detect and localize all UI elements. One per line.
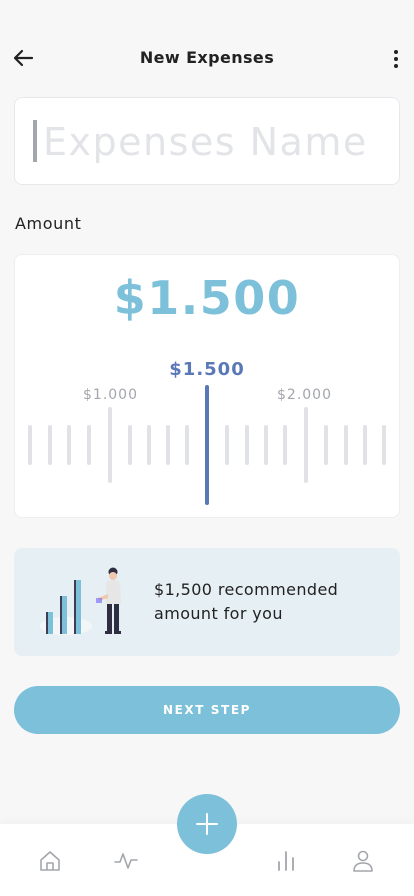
recommendation-text: $1,500 recommended amount for you xyxy=(154,580,339,623)
header: New Expenses xyxy=(0,34,414,80)
ruler-tick-major xyxy=(108,407,112,483)
expense-name-input[interactable] xyxy=(43,112,383,172)
new-expenses-screen: New Expenses Amount $1.500 $1.500 $1.000… xyxy=(0,0,414,896)
next-step-button[interactable]: NEXT STEP xyxy=(14,686,400,734)
add-expense-button[interactable] xyxy=(177,794,237,854)
activity-icon[interactable] xyxy=(113,848,139,874)
amount-value: $1.500 xyxy=(113,271,301,325)
ruler-tick xyxy=(185,425,189,465)
person-with-bar-chart-illustration xyxy=(40,567,121,635)
ruler-current-value: $1.500 xyxy=(169,359,245,380)
home-icon[interactable] xyxy=(37,848,63,874)
ruler-label-min: $1.000 xyxy=(83,387,138,403)
amount-label: Amount xyxy=(15,214,82,233)
user-icon[interactable] xyxy=(350,848,376,874)
ruler-tick xyxy=(283,425,287,465)
ruler-tick xyxy=(245,425,249,465)
ruler-tick xyxy=(324,425,328,465)
ruler-tick xyxy=(28,425,32,465)
ruler-tick xyxy=(147,425,151,465)
ruler-tick xyxy=(48,425,52,465)
ruler-tick xyxy=(87,425,91,465)
ruler-tick-major xyxy=(304,407,308,483)
ruler-indicator[interactable] xyxy=(205,385,209,505)
ruler-tick xyxy=(264,425,268,465)
ruler-tick xyxy=(166,425,170,465)
ruler-tick xyxy=(344,425,348,465)
more-vertical-icon[interactable] xyxy=(384,42,408,74)
ruler-tick xyxy=(67,425,71,465)
expense-name-field[interactable] xyxy=(14,97,400,185)
recommendation-card: $1,500 recommended amount for you xyxy=(14,548,400,656)
text-caret xyxy=(33,120,37,162)
ruler-label-max: $2.000 xyxy=(277,387,332,403)
ruler-tick xyxy=(128,425,132,465)
plus-icon xyxy=(196,813,218,835)
amount-card: $1.500 $1.500 $1.000 $2.000 xyxy=(14,254,400,518)
ruler-tick xyxy=(363,425,367,465)
page-title: New Expenses xyxy=(139,48,275,67)
ruler-tick xyxy=(382,425,386,465)
bar-chart-icon[interactable] xyxy=(273,848,299,874)
ruler-tick xyxy=(225,425,229,465)
